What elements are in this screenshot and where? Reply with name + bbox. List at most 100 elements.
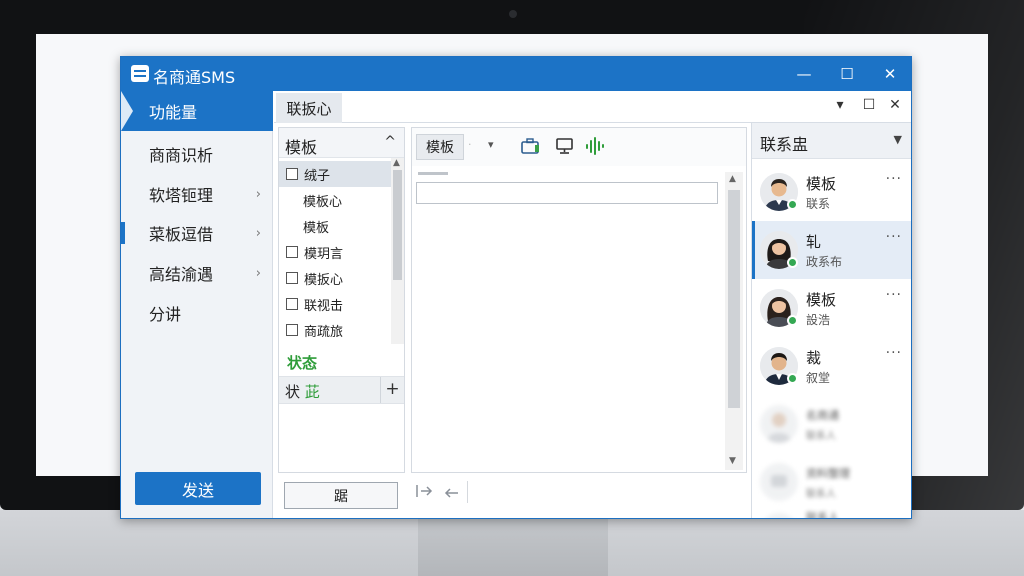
template-item[interactable]: 模板心: [279, 187, 391, 213]
forward-icon[interactable]: [415, 483, 433, 503]
undo-icon[interactable]: [443, 483, 461, 503]
scroll-down-icon[interactable]: ▼: [729, 456, 736, 466]
monitor-icon[interactable]: [554, 136, 576, 156]
template-item[interactable]: 绒子: [279, 161, 391, 187]
editor-bottom-bar: [411, 477, 747, 511]
contact-subtitle: 設浩: [806, 313, 831, 327]
tab-maximize-button[interactable]: ☐: [859, 97, 879, 113]
template-label: 模板: [303, 220, 330, 236]
scroll-up-icon[interactable]: ▲: [729, 174, 736, 184]
app-window: 名商通SMS — ☐ ✕ 功能量 商商识析 软塔钷理 › 菜板逗借 › 高结渝遇…: [120, 56, 912, 519]
message-editor: 模板 · ▾ ▲ ▼: [411, 127, 747, 473]
select-divider: ·: [468, 138, 472, 151]
sidebar-item-2[interactable]: 软塔钷理 ›: [121, 174, 273, 214]
sidebar-item-4[interactable]: 高结渝遇 ›: [121, 253, 273, 293]
editor-scrollbar[interactable]: ▲ ▼: [725, 172, 743, 470]
template-checkbox[interactable]: [286, 324, 298, 336]
title-bar[interactable]: 名商通SMS — ☐ ✕: [121, 57, 911, 91]
avatar: [760, 513, 798, 518]
contact-item[interactable]: 名商通 联系人: [752, 395, 911, 453]
collapse-caret-icon[interactable]: ^: [384, 134, 396, 150]
online-status-dot: [787, 257, 798, 268]
contacts-panel: 联系盅 ▼ 模板 联系 ··· 轧 政系布 ··· 模板 設浩 ··· 裁 叙堂…: [751, 123, 911, 519]
contact-item[interactable]: 轧 政系布 ···: [752, 221, 911, 279]
scroll-up-icon[interactable]: ▲: [393, 158, 400, 168]
contacts-header[interactable]: 联系盅 ▼: [752, 123, 911, 159]
contact-name: 名商通: [806, 409, 839, 422]
template-checkbox[interactable]: [286, 298, 298, 310]
waveform-icon[interactable]: [584, 136, 606, 156]
webcam: [509, 10, 517, 18]
status-row[interactable]: 状 茈 +: [279, 376, 404, 404]
more-icon[interactable]: ···: [886, 345, 902, 361]
chevron-right-icon: ›: [255, 265, 261, 281]
current-marker: [121, 222, 125, 244]
templates-header[interactable]: 模板 ^: [279, 128, 404, 158]
sidebar-item-0[interactable]: 功能量: [121, 91, 273, 131]
avatar: [760, 463, 798, 501]
tab-dropdown-icon[interactable]: ▾: [830, 97, 850, 113]
templates-title: 模板: [285, 138, 318, 157]
app-title: 名商通SMS: [153, 68, 236, 87]
sidebar-item-label: 菜板逗借: [149, 225, 214, 244]
close-button[interactable]: ✕: [870, 57, 910, 91]
chevron-down-icon[interactable]: ▼: [894, 133, 902, 146]
template-action-button[interactable]: 踞: [284, 482, 398, 509]
sidebar-item-label: 功能量: [149, 103, 198, 122]
template-item[interactable]: 模玥言: [279, 239, 391, 265]
templates-scrollbar[interactable]: ▲: [391, 158, 404, 344]
add-status-button[interactable]: +: [380, 377, 404, 403]
template-item[interactable]: 联视击: [279, 291, 391, 317]
online-status-dot: [787, 315, 798, 326]
message-subject-input[interactable]: [416, 182, 718, 204]
contact-name: 模板: [806, 175, 837, 193]
sidebar-item-1[interactable]: 商商识析: [121, 134, 273, 174]
contact-item[interactable]: 模板 設浩 ···: [752, 279, 911, 337]
sidebar-item-label: 分讲: [149, 305, 182, 324]
template-checkbox[interactable]: [286, 246, 298, 258]
template-select[interactable]: 模板: [416, 134, 464, 160]
briefcase-icon[interactable]: [520, 136, 542, 156]
chevron-right-icon: ›: [255, 225, 261, 241]
contact-name: 联系人: [806, 511, 839, 519]
more-icon[interactable]: ···: [886, 287, 902, 303]
tab-strip: 联扳心 ▾ ☐ ✕: [274, 91, 911, 123]
more-icon[interactable]: ···: [886, 229, 902, 245]
sidebar-item-label: 高结渝遇: [149, 265, 214, 284]
active-notch: [121, 91, 133, 131]
chevron-right-icon: ›: [255, 186, 261, 202]
contact-name: 裁: [806, 349, 822, 367]
template-checkbox[interactable]: [286, 272, 298, 284]
status-row-label: 状 茈: [285, 383, 320, 401]
template-label: 绒子: [304, 168, 331, 184]
contact-subtitle: 联系: [806, 197, 831, 211]
template-item[interactable]: 模板: [279, 213, 391, 239]
sidebar-item-3[interactable]: 菜板逗借 ›: [121, 213, 273, 253]
template-item[interactable]: 商疏旅: [279, 317, 391, 343]
contact-item[interactable]: 裁 叙堂 ···: [752, 337, 911, 395]
minimize-button[interactable]: —: [784, 57, 824, 91]
contact-item[interactable]: 联系人: [752, 503, 911, 519]
status-heading: 状态: [287, 354, 318, 372]
tab-contacts[interactable]: 联扳心: [276, 93, 342, 123]
templates-panel: 模板 ^ 绒子 模板心 模板 模玥言 模扳心 联视击 商疏旅 ▲ 状态 状 茈 …: [278, 127, 405, 473]
maximize-button[interactable]: ☐: [827, 57, 867, 91]
online-status-dot: [787, 373, 798, 384]
more-icon[interactable]: ···: [886, 171, 902, 187]
template-item[interactable]: 模扳心: [279, 265, 391, 291]
toolbar-separator: [467, 481, 468, 503]
contact-item[interactable]: 模板 联系 ···: [752, 163, 911, 221]
chevron-down-icon[interactable]: ▾: [488, 138, 494, 151]
template-label: 模板心: [303, 194, 343, 210]
status-value: 茈: [304, 383, 320, 401]
sidebar: 功能量 商商识析 软塔钷理 › 菜板逗借 › 高结渝遇 › 分讲 发送: [121, 91, 273, 518]
tab-close-button[interactable]: ✕: [885, 97, 905, 113]
contact-subtitle: 联系人: [806, 431, 836, 442]
template-checkbox[interactable]: [286, 168, 298, 180]
scroll-thumb[interactable]: [393, 170, 402, 280]
sidebar-item-5[interactable]: 分讲: [121, 293, 273, 333]
template-label: 商疏旅: [304, 324, 344, 340]
send-button[interactable]: 发送: [135, 472, 261, 505]
scroll-thumb[interactable]: [728, 190, 740, 408]
editor-toolbar: 模板 · ▾: [412, 128, 746, 166]
